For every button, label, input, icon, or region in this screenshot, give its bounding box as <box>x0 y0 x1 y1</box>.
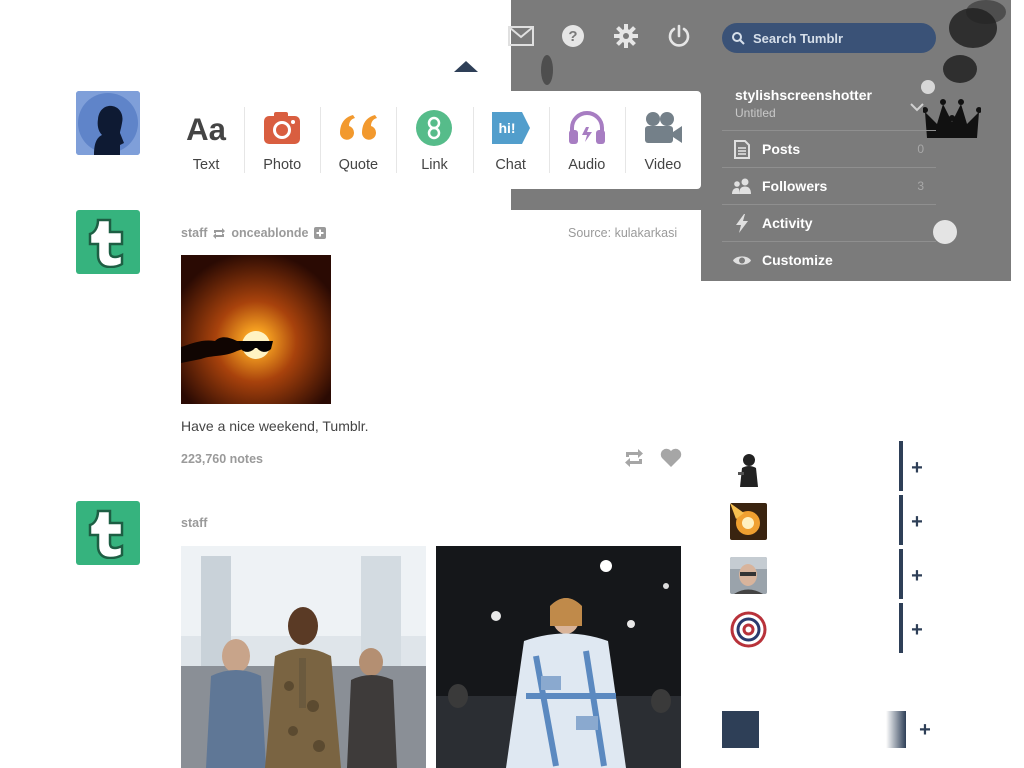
quote-icon <box>336 108 380 148</box>
menu-pointer-caret <box>454 61 478 72</box>
post-photo-sunset[interactable] <box>181 255 331 404</box>
ink-splatter <box>943 55 977 83</box>
reblogged-from-link[interactable]: onceablonde <box>231 226 308 240</box>
recommended-blog-divider <box>899 603 903 653</box>
post-type-link-button[interactable]: Link <box>396 91 472 189</box>
post-author-link[interactable]: staff <box>181 516 207 530</box>
posts-count: 0 <box>917 142 924 156</box>
post-type-audio-button[interactable]: Audio <box>548 91 625 189</box>
follow-plus-icon[interactable]: + <box>909 512 925 532</box>
reblog-icon[interactable] <box>623 448 645 473</box>
menu-item-label: Posts <box>762 141 801 157</box>
post-type-quote-button[interactable]: Quote <box>320 91 396 189</box>
follow-plus-icon[interactable]: + <box>909 566 925 586</box>
post-type-label: Text <box>192 156 220 173</box>
search-input[interactable] <box>751 29 925 47</box>
search-bar[interactable] <box>722 23 936 53</box>
post-type-label: Link <box>421 156 448 173</box>
post-author-avatar[interactable] <box>76 501 140 565</box>
video-camera-icon <box>641 108 685 148</box>
recommended-blog-avatar[interactable] <box>730 503 767 540</box>
like-heart-icon[interactable] <box>660 448 682 472</box>
ink-splatter <box>541 55 553 85</box>
post-type-label: Chat <box>495 156 526 173</box>
post-author-avatar[interactable] <box>76 210 140 274</box>
menu-item-label: Activity <box>762 215 813 231</box>
followers-icon <box>731 175 753 197</box>
radar-blog-divider <box>886 711 906 748</box>
post-photo-runway-right[interactable] <box>436 546 681 768</box>
lightning-icon <box>731 212 753 234</box>
power-icon[interactable] <box>665 22 693 50</box>
source-link[interactable]: kulakarkasi <box>615 226 678 240</box>
menu-item-label: Customize <box>762 252 833 268</box>
post-photo-runway-left[interactable] <box>181 546 426 768</box>
search-icon <box>732 31 745 45</box>
camera-icon <box>260 108 304 148</box>
account-blog-title: Untitled <box>735 106 776 120</box>
followers-count: 3 <box>917 179 924 193</box>
post-notes-count[interactable]: 223,760 notes <box>181 452 263 466</box>
follow-plus-icon[interactable]: + <box>909 458 925 478</box>
svg-text:Aa: Aa <box>186 111 227 145</box>
link-icon <box>412 108 456 148</box>
eye-icon <box>731 249 753 271</box>
document-icon <box>731 138 753 160</box>
source-label: Source: <box>568 226 612 240</box>
chevron-down-icon[interactable] <box>910 99 924 117</box>
post-type-label: Quote <box>338 156 379 173</box>
post-header: staff <box>181 516 207 530</box>
post-type-label: Photo <box>263 156 302 173</box>
recommended-blog-avatar[interactable] <box>730 450 767 487</box>
post-type-label: Video <box>644 156 682 173</box>
ink-splatter <box>966 0 1006 24</box>
svg-text:hi!: hi! <box>498 120 515 136</box>
ink-splatter <box>921 80 935 94</box>
mail-icon[interactable] <box>507 22 535 50</box>
post-source: Source: kulakarkasi <box>568 226 677 240</box>
help-icon[interactable]: ? <box>559 22 587 50</box>
follow-plus-icon[interactable]: + <box>909 620 925 640</box>
recommended-blog-divider <box>899 441 903 491</box>
post-type-label: Audio <box>568 156 606 173</box>
menu-item-activity[interactable]: Activity <box>722 204 936 241</box>
reblog-small-icon <box>213 227 226 239</box>
post-header: staff onceablonde <box>181 226 326 240</box>
text-icon: Aa <box>184 108 228 148</box>
post-type-video-button[interactable]: Video <box>624 91 701 189</box>
post-caption: Have a nice weekend, Tumblr. <box>181 418 369 434</box>
follow-plus-icon[interactable] <box>313 227 326 239</box>
follow-plus-icon[interactable]: + <box>917 720 933 740</box>
tumblr-logo-icon <box>88 218 124 268</box>
post-type-bar: Aa Text Photo Quote Link hi! Chat Audio <box>168 91 701 189</box>
headphones-icon <box>565 108 609 148</box>
tumblr-logo-icon <box>88 509 124 559</box>
post-author-link[interactable]: staff <box>181 226 207 240</box>
user-avatar[interactable] <box>76 91 140 155</box>
chat-icon: hi! <box>489 108 533 148</box>
account-blog-name[interactable]: stylishscreenshotter <box>735 87 872 103</box>
svg-text:?: ? <box>568 28 577 45</box>
ink-splatter <box>933 220 957 244</box>
menu-item-posts[interactable]: Posts 0 <box>722 130 936 167</box>
recommended-blog-avatar[interactable] <box>730 557 767 594</box>
menu-item-customize[interactable]: Customize <box>722 241 936 278</box>
post-type-text-button[interactable]: Aa Text <box>168 91 244 189</box>
recommended-blog-divider <box>899 549 903 599</box>
recommended-blog-avatar[interactable] <box>730 611 767 648</box>
gear-icon[interactable] <box>612 22 640 50</box>
recommended-blog-divider <box>899 495 903 545</box>
menu-item-label: Followers <box>762 178 828 194</box>
post-type-photo-button[interactable]: Photo <box>244 91 320 189</box>
background-gap <box>511 210 701 281</box>
menu-item-followers[interactable]: Followers 3 <box>722 167 936 204</box>
radar-blog-avatar[interactable] <box>722 711 759 748</box>
post-type-chat-button[interactable]: hi! Chat <box>472 91 549 189</box>
